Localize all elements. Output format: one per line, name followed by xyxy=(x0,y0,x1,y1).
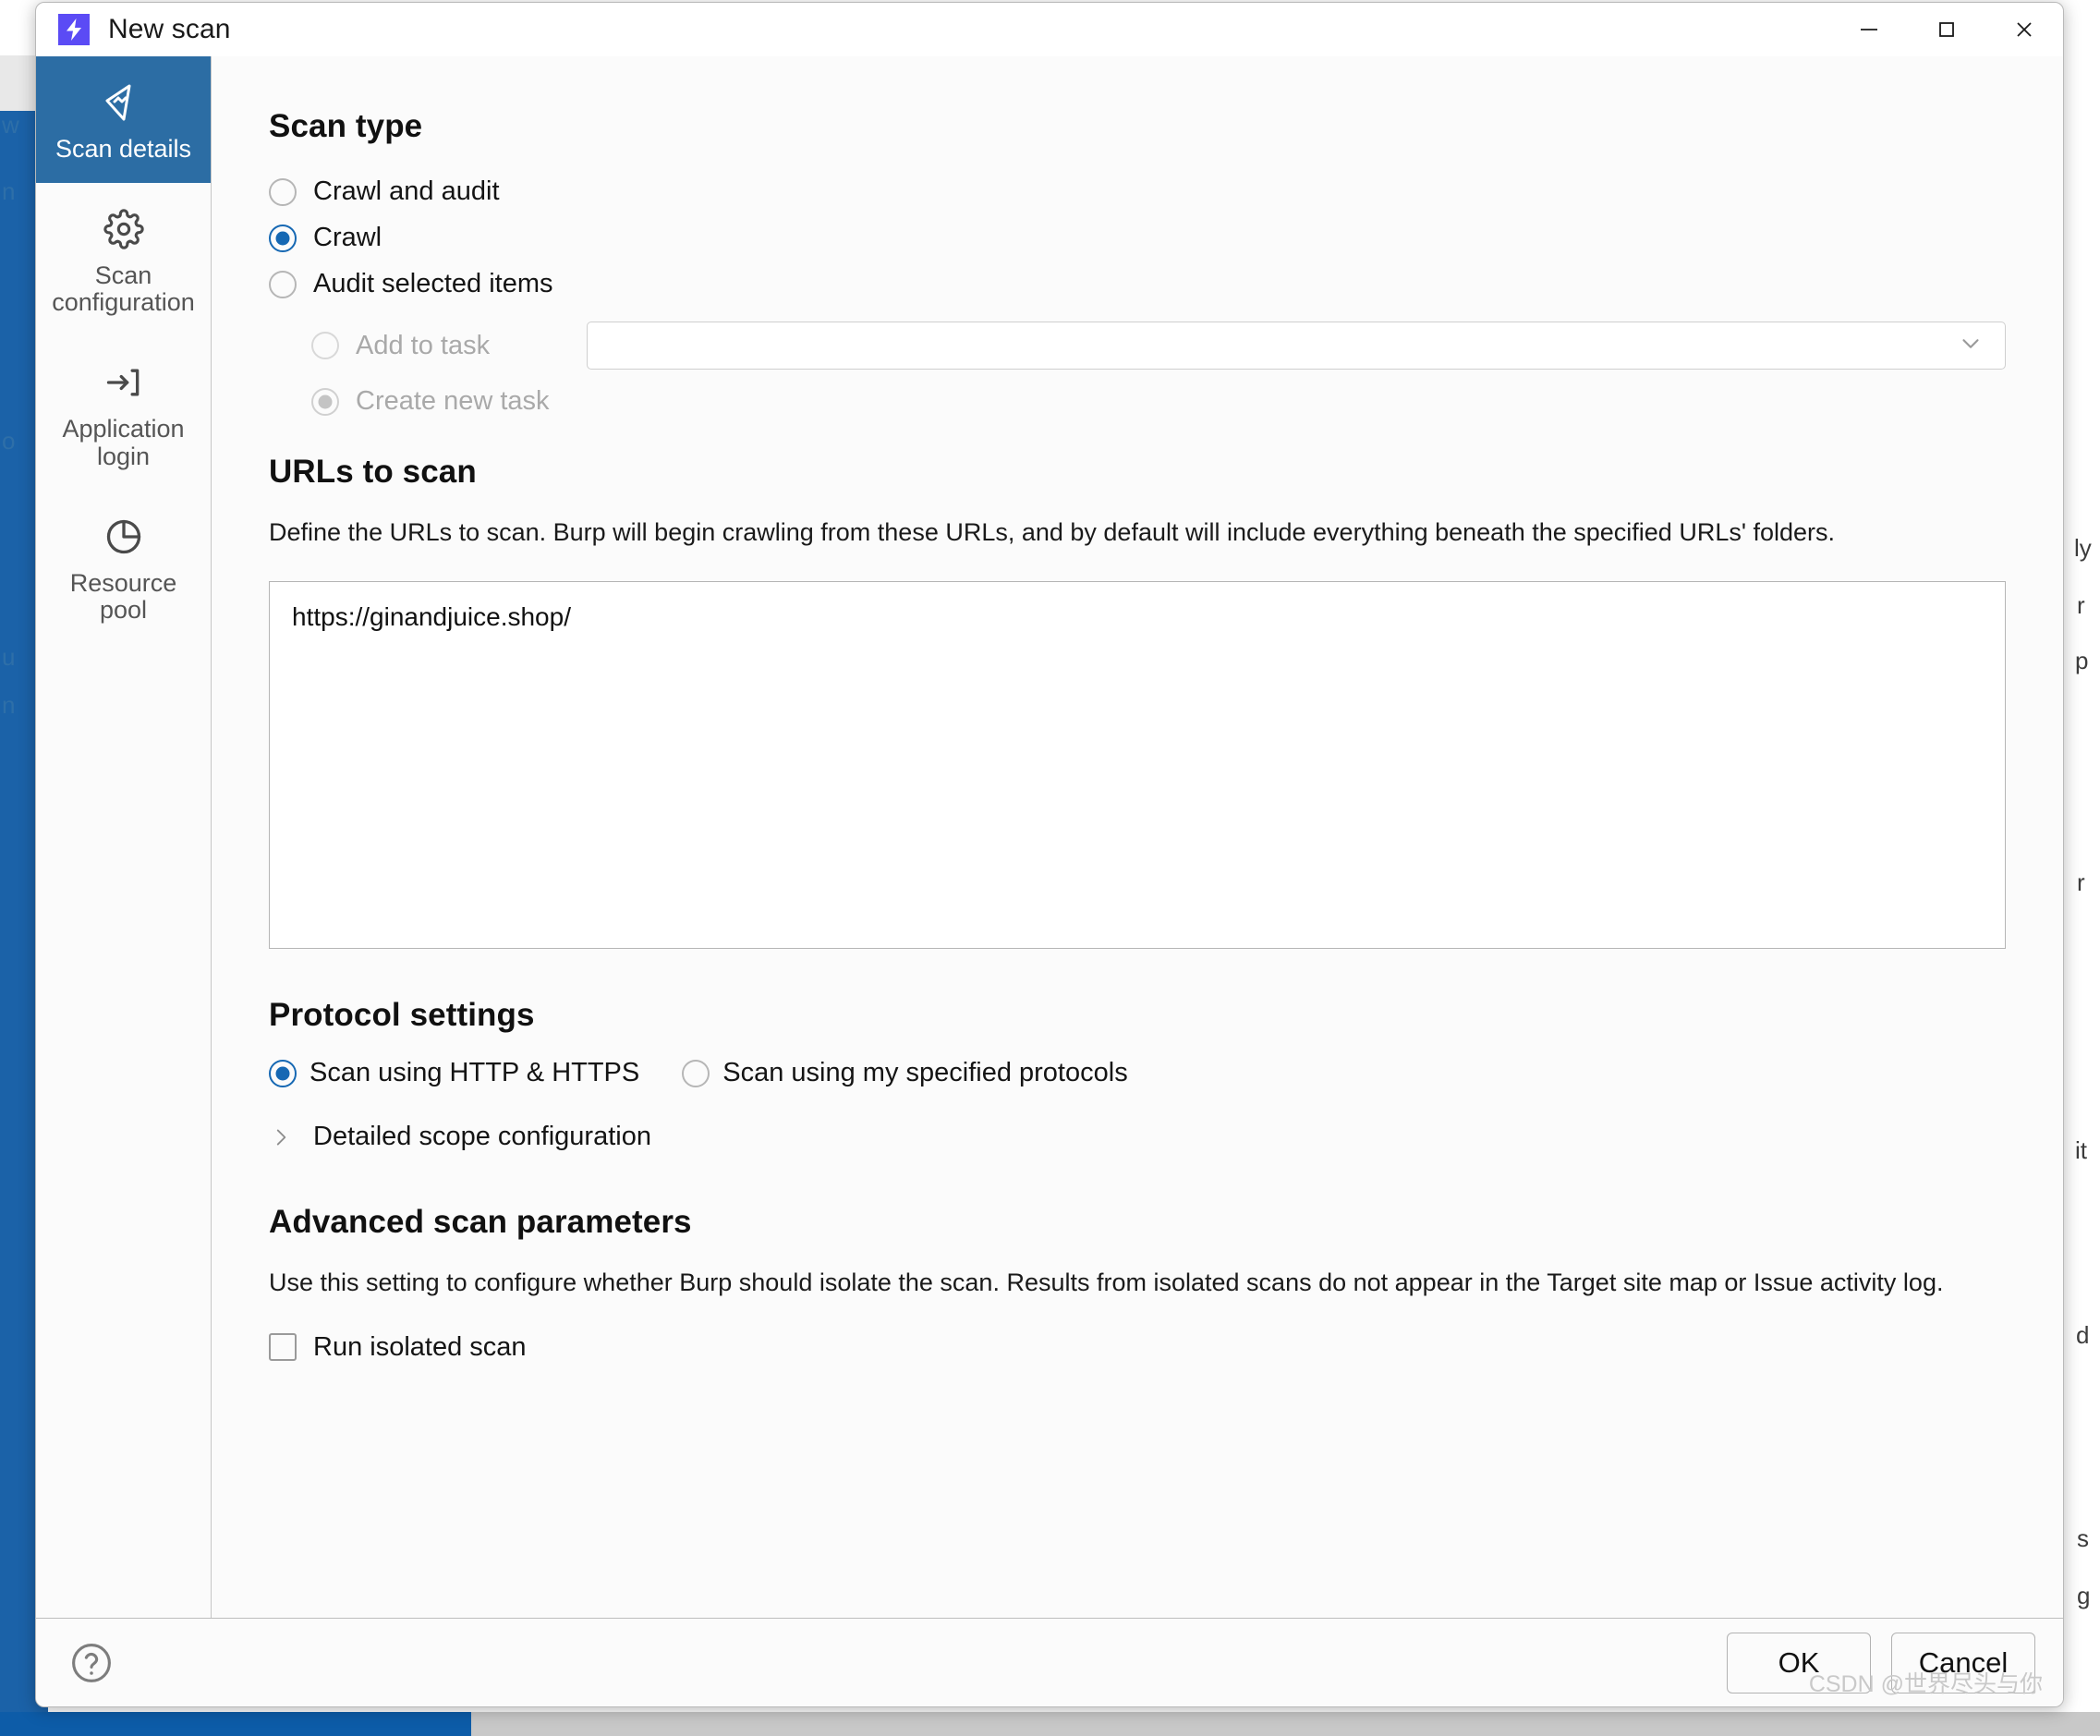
checkbox-label: Run isolated scan xyxy=(313,1331,527,1362)
radio-indicator xyxy=(269,270,297,298)
chevron-down-icon xyxy=(1957,330,1985,362)
task-options: Add to task Create new task xyxy=(311,322,2006,417)
radio-specified-protocols[interactable]: Scan using my specified protocols xyxy=(682,1058,1128,1088)
background-bottom-strip-right xyxy=(471,1712,2100,1736)
background-text-fragment: r xyxy=(2077,868,2085,896)
background-text-fragment: u xyxy=(2,643,16,671)
urls-textarea[interactable]: https://ginandjuice.shop/ xyxy=(269,581,2006,950)
checkbox-run-isolated-scan[interactable]: Run isolated scan xyxy=(269,1332,2006,1363)
pie-chart-icon xyxy=(103,515,144,559)
radio-crawl[interactable]: Crawl xyxy=(269,223,2006,253)
cancel-button[interactable]: Cancel xyxy=(1891,1632,2035,1694)
title-bar: New scan xyxy=(36,3,2063,56)
radio-label: Crawl xyxy=(313,223,382,252)
dialog-footer: OK Cancel CSDN @世界尽头与你 xyxy=(36,1618,2063,1706)
radio-indicator xyxy=(311,387,339,416)
new-scan-dialog: New scan Scan details Scan configuration… xyxy=(35,2,2064,1707)
ok-button[interactable]: OK xyxy=(1727,1632,1871,1694)
radio-label: Audit selected items xyxy=(313,269,553,298)
radio-indicator xyxy=(269,177,297,206)
window-title: New scan xyxy=(108,14,231,44)
help-circle-icon[interactable] xyxy=(67,1639,115,1687)
checkbox-indicator xyxy=(269,1333,297,1362)
background-text-fragment: s xyxy=(2077,1524,2089,1552)
radio-label: Scan using my specified protocols xyxy=(722,1058,1128,1088)
task-select-dropdown[interactable] xyxy=(587,322,2006,370)
radio-indicator xyxy=(311,332,339,359)
radio-indicator xyxy=(682,1059,710,1087)
dialog-body: Scan details Scan configuration Applicat… xyxy=(36,56,2063,1618)
sidebar-item-label: Scan details xyxy=(55,135,192,163)
background-text-fragment: it xyxy=(2075,1136,2087,1164)
detailed-scope-configuration-expander[interactable]: Detailed scope configuration xyxy=(269,1122,2006,1152)
sidebar-item-scan-configuration[interactable]: Scan configuration xyxy=(36,183,211,336)
radio-indicator xyxy=(269,224,297,252)
protocol-settings-heading: Protocol settings xyxy=(269,997,535,1034)
sidebar-item-label: Application login xyxy=(62,415,185,470)
scan-details-icon xyxy=(103,80,145,125)
urls-to-scan-heading: URLs to scan xyxy=(269,454,477,490)
radio-audit-selected-items[interactable]: Audit selected items xyxy=(269,269,2006,299)
sidebar-item-label: Resource pool xyxy=(69,568,177,624)
background-text-fragment: p xyxy=(2075,647,2089,674)
background-text-fragment: n xyxy=(2,691,16,719)
protocol-options: Scan using HTTP & HTTPS Scan using my sp… xyxy=(269,1058,2006,1088)
radio-add-to-task-row[interactable]: Add to task xyxy=(311,322,2006,370)
lightning-bolt-icon xyxy=(58,14,90,45)
radio-label: Crawl and audit xyxy=(313,176,500,206)
scan-details-panel: Scan type Crawl and audit Crawl Audit se… xyxy=(212,56,2063,1618)
advanced-scan-parameters-heading: Advanced scan parameters xyxy=(269,1204,692,1241)
background-text-fragment: r xyxy=(2077,591,2085,619)
radio-http-and-https[interactable]: Scan using HTTP & HTTPS xyxy=(269,1058,639,1088)
radio-crawl-and-audit[interactable]: Crawl and audit xyxy=(269,176,2006,207)
sidebar-item-application-login[interactable]: Application login xyxy=(36,336,211,490)
gear-icon xyxy=(103,207,144,251)
background-text-fragment: g xyxy=(2077,1582,2091,1609)
sidebar-item-label: Scan configuration xyxy=(52,261,195,317)
minimize-button[interactable] xyxy=(1830,3,1908,56)
urls-to-scan-description: Define the URLs to scan. Burp will begin… xyxy=(269,518,1836,546)
radio-label: Scan using HTTP & HTTPS xyxy=(310,1058,640,1088)
background-text-fragment: w xyxy=(2,111,19,139)
background-text-fragment: d xyxy=(2076,1321,2090,1349)
background-text-fragment: ly xyxy=(2074,534,2092,562)
background-bottom-strip xyxy=(0,1712,471,1736)
expander-label: Detailed scope configuration xyxy=(313,1122,651,1152)
advanced-description: Use this setting to configure whether Bu… xyxy=(269,1269,1944,1297)
maximize-button[interactable] xyxy=(1908,3,1985,56)
chevron-right-icon xyxy=(269,1123,293,1151)
radio-label: Create new task xyxy=(356,386,550,416)
dialog-sidebar: Scan details Scan configuration Applicat… xyxy=(36,56,212,1618)
radio-label: Add to task xyxy=(356,330,491,360)
sidebar-item-scan-details[interactable]: Scan details xyxy=(36,56,211,184)
footer-buttons: OK Cancel xyxy=(1727,1632,2035,1694)
radio-indicator xyxy=(269,1059,297,1087)
radio-create-new-task-row[interactable]: Create new task xyxy=(311,386,2006,417)
login-arrow-icon xyxy=(103,360,144,405)
sidebar-item-resource-pool[interactable]: Resource pool xyxy=(36,491,211,644)
window-controls xyxy=(1830,3,2063,56)
scan-type-heading: Scan type xyxy=(269,108,423,144)
background-text-fragment: n xyxy=(2,177,16,205)
close-icon[interactable] xyxy=(1985,3,2063,56)
background-text-fragment: o xyxy=(2,427,16,455)
